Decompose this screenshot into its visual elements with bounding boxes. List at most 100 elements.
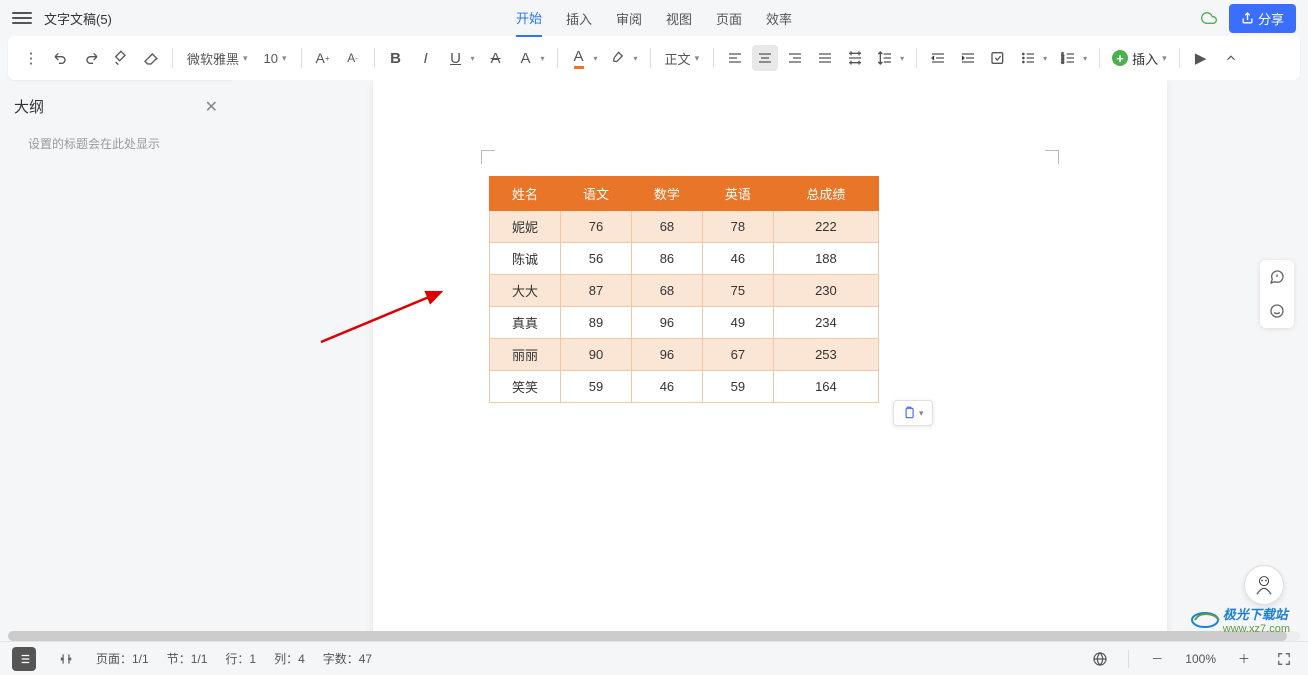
table-cell[interactable]: 76 <box>560 211 631 243</box>
numbered-list-button[interactable]: 123 <box>1055 45 1081 71</box>
status-section[interactable]: 节：1/1 <box>167 650 208 667</box>
tab-start[interactable]: 开始 <box>516 0 542 37</box>
table-cell[interactable]: 67 <box>702 339 773 371</box>
decrease-font-button[interactable]: A- <box>340 45 366 71</box>
table-cell[interactable]: 56 <box>560 243 631 275</box>
table-row[interactable]: 大大876875230 <box>490 275 879 307</box>
table-cell[interactable]: 59 <box>560 371 631 403</box>
checklist-button[interactable] <box>985 45 1011 71</box>
table-cell[interactable]: 253 <box>773 339 878 371</box>
th-name[interactable]: 姓名 <box>490 177 561 211</box>
zoom-out-button[interactable]: － <box>1145 647 1169 671</box>
bullet-dropdown[interactable]: ▾ <box>1043 54 1051 63</box>
table-cell[interactable]: 78 <box>702 211 773 243</box>
table-row[interactable]: 真真899649234 <box>490 307 879 339</box>
emoji-icon[interactable] <box>1260 294 1294 328</box>
font-color-dropdown[interactable]: ▾ <box>594 54 602 63</box>
play-button[interactable]: ▶ <box>1188 45 1214 71</box>
table-cell[interactable]: 陈诚 <box>490 243 561 275</box>
table-cell[interactable]: 68 <box>631 275 702 307</box>
table-cell[interactable]: 46 <box>631 371 702 403</box>
table-cell[interactable]: 丽丽 <box>490 339 561 371</box>
language-button[interactable] <box>1088 647 1112 671</box>
text-effects-button[interactable]: A <box>513 45 539 71</box>
zoom-level[interactable]: 100% <box>1185 652 1216 666</box>
underline-dropdown[interactable]: ▾ <box>471 54 479 63</box>
italic-button[interactable]: I <box>413 45 439 71</box>
bold-button[interactable]: B <box>383 45 409 71</box>
increase-indent-button[interactable] <box>955 45 981 71</box>
tab-view[interactable]: 视图 <box>666 1 692 36</box>
increase-font-button[interactable]: A+ <box>310 45 336 71</box>
document-canvas[interactable]: 姓名 语文 数学 英语 总成绩 妮妮766878222陈诚568646188大大… <box>232 80 1308 641</box>
format-painter-button[interactable] <box>108 45 134 71</box>
table-cell[interactable]: 妮妮 <box>490 211 561 243</box>
th-total[interactable]: 总成绩 <box>773 177 878 211</box>
tab-insert[interactable]: 插入 <box>566 1 592 36</box>
table-cell[interactable]: 59 <box>702 371 773 403</box>
eraser-button[interactable] <box>138 45 164 71</box>
table-cell[interactable]: 230 <box>773 275 878 307</box>
hamburger-menu[interactable] <box>12 8 32 28</box>
table-cell[interactable]: 96 <box>631 339 702 371</box>
highlight-button[interactable] <box>606 45 632 71</box>
insert-button[interactable]: +插入▾ <box>1108 49 1171 68</box>
th-chinese[interactable]: 语文 <box>560 177 631 211</box>
fullscreen-button[interactable] <box>1272 647 1296 671</box>
table-row[interactable]: 笑笑594659164 <box>490 371 879 403</box>
tab-page[interactable]: 页面 <box>716 1 742 36</box>
th-english[interactable]: 英语 <box>702 177 773 211</box>
table-cell[interactable]: 90 <box>560 339 631 371</box>
font-color-button[interactable]: A <box>566 45 592 71</box>
bullet-list-button[interactable] <box>1015 45 1041 71</box>
font-family-select[interactable]: 微软雅黑▾ <box>181 47 254 70</box>
redo-button[interactable] <box>78 45 104 71</box>
comment-icon[interactable] <box>1260 260 1294 294</box>
share-button[interactable]: 分享 <box>1229 4 1296 33</box>
table-cell[interactable]: 234 <box>773 307 878 339</box>
horizontal-scrollbar[interactable] <box>8 631 1300 641</box>
align-center-button[interactable] <box>752 45 778 71</box>
expand-toolbar-button[interactable] <box>1218 45 1244 71</box>
scrollbar-thumb[interactable] <box>8 631 1287 641</box>
table-cell[interactable]: 49 <box>702 307 773 339</box>
align-justify-button[interactable] <box>812 45 838 71</box>
assistant-avatar[interactable] <box>1244 565 1284 605</box>
line-spacing-button[interactable] <box>872 45 898 71</box>
th-math[interactable]: 数学 <box>631 177 702 211</box>
highlight-dropdown[interactable]: ▾ <box>634 54 642 63</box>
paste-options-button[interactable]: ▾ <box>893 400 933 426</box>
table-cell[interactable]: 86 <box>631 243 702 275</box>
status-page[interactable]: 页面：1/1 <box>96 650 149 667</box>
text-effects-dropdown[interactable]: ▾ <box>541 54 549 63</box>
align-right-button[interactable] <box>782 45 808 71</box>
style-select[interactable]: 正文▾ <box>659 47 706 70</box>
table-cell[interactable]: 87 <box>560 275 631 307</box>
table-row[interactable]: 妮妮766878222 <box>490 211 879 243</box>
table-cell[interactable]: 46 <box>702 243 773 275</box>
table-cell[interactable]: 164 <box>773 371 878 403</box>
tab-review[interactable]: 审阅 <box>616 1 642 36</box>
numbered-dropdown[interactable]: ▾ <box>1083 54 1091 63</box>
table-cell[interactable]: 222 <box>773 211 878 243</box>
strikethrough-button[interactable]: A <box>483 45 509 71</box>
status-words[interactable]: 字数：47 <box>323 650 372 667</box>
sidebar-close-icon[interactable]: ✕ <box>205 97 218 117</box>
table-cell[interactable]: 89 <box>560 307 631 339</box>
decrease-indent-button[interactable] <box>925 45 951 71</box>
score-table[interactable]: 姓名 语文 数学 英语 总成绩 妮妮766878222陈诚568646188大大… <box>489 176 879 403</box>
zoom-in-button[interactable]: ＋ <box>1232 647 1256 671</box>
distribute-button[interactable] <box>842 45 868 71</box>
table-cell[interactable]: 大大 <box>490 275 561 307</box>
cloud-sync-icon[interactable] <box>1201 10 1217 26</box>
table-cell[interactable]: 笑笑 <box>490 371 561 403</box>
toolbar-handle-icon[interactable]: ⋮ <box>18 45 44 71</box>
table-cell[interactable]: 68 <box>631 211 702 243</box>
underline-button[interactable]: U <box>443 45 469 71</box>
line-spacing-dropdown[interactable]: ▾ <box>900 54 908 63</box>
table-row[interactable]: 陈诚568646188 <box>490 243 879 275</box>
table-row[interactable]: 丽丽909667253 <box>490 339 879 371</box>
table-cell[interactable]: 真真 <box>490 307 561 339</box>
align-left-button[interactable] <box>722 45 748 71</box>
table-cell[interactable]: 188 <box>773 243 878 275</box>
